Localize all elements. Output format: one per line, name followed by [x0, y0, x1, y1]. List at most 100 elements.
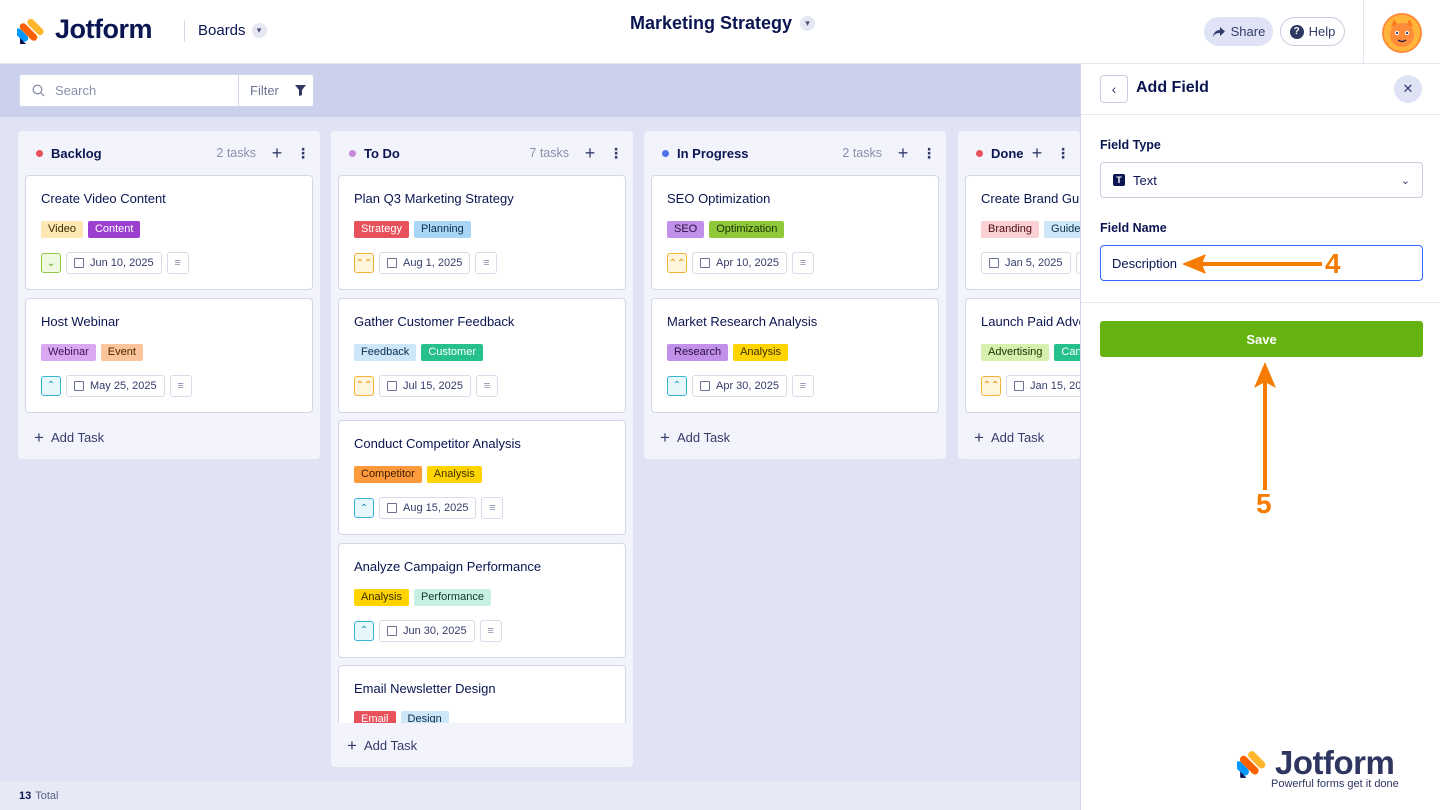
due-date[interactable]: Aug 1, 2025 — [379, 252, 471, 274]
task-meta: ⌃⌃ Jul 15, 2025 ≡ — [354, 374, 498, 397]
description-icon[interactable]: ≡ — [481, 497, 504, 519]
priority-up-icon[interactable]: ⌃ — [41, 375, 61, 396]
priority-up-icon[interactable]: ⌃ — [354, 498, 374, 518]
priority-up-icon[interactable]: ⌃ — [354, 620, 374, 641]
task-card[interactable]: Conduct Competitor Analysis Competitor Ana… — [338, 420, 626, 535]
task-tag: Webinar — [41, 343, 96, 361]
task-title: Create Brand Guide — [981, 191, 1080, 206]
task-card[interactable]: Gather Customer Feedback Feedback Customer… — [338, 297, 626, 413]
description-icon[interactable]: ≡ — [479, 619, 502, 642]
due-date[interactable]: Jun 10, 2025 — [66, 252, 162, 274]
due-date[interactable]: Aug 15, 2025 — [379, 497, 477, 519]
field-name-input[interactable] — [1100, 245, 1423, 281]
add-task-plus-icon[interactable]: + — [894, 144, 912, 162]
more-options-icon[interactable]: ⋮ — [609, 146, 623, 160]
more-options-icon[interactable]: ⋮ — [922, 146, 936, 160]
priority-low-icon[interactable]: ⌄ — [41, 253, 61, 273]
help-button[interactable]: ? Help — [1280, 17, 1345, 46]
task-tags: Feedback Customer — [354, 343, 483, 361]
due-date[interactable]: Jan 15, 202 — [1006, 374, 1080, 397]
add-task-label: Add Task — [363, 738, 418, 753]
search-icon — [32, 84, 45, 97]
column-status-dot — [976, 149, 983, 157]
calendar-icon — [387, 503, 397, 513]
boards-dropdown[interactable]: Boards ▾ — [198, 22, 267, 39]
column-status-dot — [662, 149, 669, 157]
due-date[interactable]: Apr 30, 2025 — [692, 374, 787, 397]
task-tag: Planning — [413, 221, 471, 238]
due-date[interactable]: Jan 5, 2025 — [981, 252, 1071, 274]
task-title: Gather Customer Feedback — [354, 313, 515, 329]
add-task-plus-icon[interactable]: + — [268, 144, 286, 162]
priority-med-icon[interactable]: ⌃⌃ — [981, 375, 1001, 396]
task-tag: Competitor — [354, 466, 422, 483]
field-type-select[interactable]: T Text ⌄ — [1100, 162, 1423, 198]
filter-button[interactable]: Filter — [238, 74, 314, 107]
more-options-icon[interactable]: ⋮ — [296, 146, 310, 160]
due-date[interactable]: Jul 15, 2025 — [379, 374, 471, 397]
task-tag: SEO — [667, 221, 705, 238]
search-input[interactable]: Search — [19, 74, 239, 107]
description-icon[interactable]: ≡ — [169, 374, 192, 397]
close-button[interactable]: ✕ — [1394, 75, 1422, 103]
share-button[interactable]: Share — [1204, 17, 1273, 46]
task-title: Plan Q3 Marketing Strategy — [354, 191, 514, 206]
task-tag: Feedback — [354, 343, 417, 361]
user-avatar[interactable] — [1382, 13, 1422, 53]
task-card[interactable]: Market Research Analysis Research Analysis… — [651, 297, 939, 413]
task-tags: Advertising Can — [981, 343, 1080, 361]
due-date[interactable]: Apr 10, 2025 — [692, 252, 787, 274]
calendar-icon — [700, 380, 710, 391]
task-card[interactable]: Analyze Campaign Performance Analysis Perf… — [338, 542, 626, 658]
due-date[interactable]: Jun 30, 2025 — [379, 619, 475, 642]
description-icon[interactable]: ≡ — [475, 374, 498, 397]
task-card[interactable]: Host Webinar Webinar Event ⌃ May 25, 2025 ≡ — [25, 297, 313, 413]
task-tag: Research — [667, 343, 729, 361]
add-field-panel: ‹ Add Field ✕ Field Type T Text ⌄ Field … — [1080, 64, 1440, 810]
calendar-icon — [387, 258, 397, 268]
task-title: Market Research Analysis — [667, 313, 818, 329]
save-button[interactable]: Save — [1100, 321, 1423, 357]
priority-med-icon[interactable]: ⌃⌃ — [667, 253, 687, 273]
task-meta: ⌃⌃ Aug 1, 2025 ≡ — [354, 252, 498, 274]
due-date[interactable]: May 25, 2025 — [66, 374, 165, 397]
task-tags: Strategy Planning — [354, 221, 471, 238]
add-task-button[interactable]: + Add Task — [660, 429, 730, 446]
add-task-button[interactable]: + Add Task — [34, 429, 104, 446]
description-icon[interactable]: ≡ — [792, 252, 814, 274]
task-title: Conduct Competitor Analysis — [354, 436, 521, 451]
share-icon — [1212, 26, 1225, 37]
task-title: Create Video Content — [41, 191, 166, 206]
add-task-button[interactable]: + Add Task — [347, 737, 417, 754]
priority-med-icon[interactable]: ⌃⌃ — [354, 375, 374, 396]
add-task-plus-icon[interactable]: + — [1028, 144, 1046, 162]
add-task-button[interactable]: + Add Task — [974, 429, 1044, 446]
footer-total: 13 Total — [0, 781, 1080, 810]
board-title-dropdown[interactable]: Marketing Strategy ▾ — [630, 13, 816, 34]
task-tag: Analysis — [426, 466, 482, 483]
more-options-icon[interactable]: ⋮ — [1056, 146, 1070, 160]
step-4-label: 4 — [1325, 248, 1341, 279]
column-header: Done + ⋮ — [958, 131, 1080, 175]
task-card[interactable]: Launch Paid Adve Advertising Can ⌃⌃ Jan 15, … — [965, 297, 1080, 413]
column-title: Backlog — [51, 145, 102, 161]
description-icon[interactable]: ≡ — [166, 252, 189, 274]
priority-up-icon[interactable]: ⌃ — [667, 375, 687, 396]
task-card[interactable]: Plan Q3 Marketing Strategy Strategy Planni… — [338, 175, 626, 290]
add-task-plus-icon[interactable]: + — [581, 144, 599, 162]
task-card[interactable]: Create Video Content Video Content ⌄ Jun 10,… — [25, 175, 313, 290]
task-card[interactable]: SEO Optimization SEO Optimization ⌃⌃ Apr 10,… — [651, 175, 939, 290]
back-button[interactable]: ‹ — [1100, 75, 1128, 103]
description-icon[interactable]: ≡ — [792, 374, 814, 397]
plus-icon: + — [974, 428, 984, 447]
task-meta: ⌃⌃ Apr 10, 2025 ≡ — [667, 252, 814, 274]
add-task-label: Add Task — [990, 430, 1045, 445]
task-card[interactable]: Create Brand Guide BrandingGuidel Jan 5, 2… — [965, 175, 1080, 290]
description-icon[interactable]: ≡ — [475, 252, 498, 274]
calendar-icon — [74, 380, 84, 391]
filter-label: Filter — [250, 83, 279, 98]
header-divider — [1363, 0, 1364, 64]
jotform-logo[interactable]: Jotform — [14, 14, 153, 45]
task-tag: Branding — [981, 221, 1040, 238]
priority-med-icon[interactable]: ⌃⌃ — [354, 253, 374, 273]
